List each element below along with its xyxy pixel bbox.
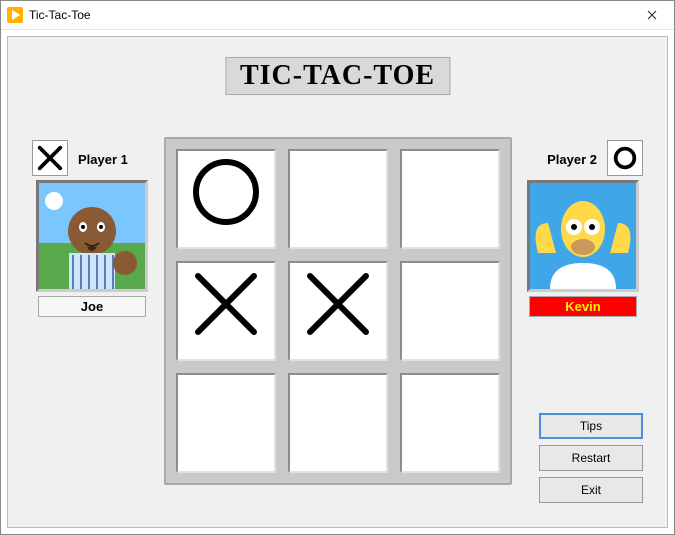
x-mark-icon: [298, 264, 378, 359]
board-cell-1[interactable]: [288, 149, 388, 249]
close-icon: [647, 7, 657, 23]
player1-avatar: [36, 180, 148, 292]
player2-label: Player 2: [547, 152, 597, 167]
client-area: TIC-TAC-TOE Player 1: [7, 36, 668, 528]
game-board: [164, 137, 512, 485]
board-cell-5[interactable]: [400, 261, 500, 361]
tips-button[interactable]: Tips: [539, 413, 643, 439]
board-cell-4[interactable]: [288, 261, 388, 361]
board-cell-0[interactable]: [176, 149, 276, 249]
titlebar: Tic-Tac-Toe: [1, 1, 674, 30]
board-cell-2[interactable]: [400, 149, 500, 249]
o-mark-icon: [186, 152, 266, 247]
player1-symbol: [32, 140, 68, 176]
x-mark-icon: [186, 264, 266, 359]
player2-name: Kevin: [529, 296, 637, 317]
play-icon: [7, 7, 23, 23]
app-window: Tic-Tac-Toe TIC-TAC-TOE Player 1: [0, 0, 675, 535]
window-title: Tic-Tac-Toe: [29, 8, 630, 22]
player1-label: Player 1: [78, 152, 128, 167]
player2-panel: Player 2 Kevin: [523, 142, 643, 317]
exit-button[interactable]: Exit: [539, 477, 643, 503]
board-cell-3[interactable]: [176, 261, 276, 361]
restart-button[interactable]: Restart: [539, 445, 643, 471]
player1-panel: Player 1 Joe: [32, 142, 152, 317]
player2-avatar: [527, 180, 639, 292]
page-title: TIC-TAC-TOE: [225, 57, 450, 95]
board-cell-6[interactable]: [176, 373, 276, 473]
player2-symbol: [607, 140, 643, 176]
player1-name: Joe: [38, 296, 146, 317]
window-close-button[interactable]: [630, 1, 674, 29]
board-cell-7[interactable]: [288, 373, 388, 473]
button-column: Tips Restart Exit: [539, 413, 643, 503]
board-cell-8[interactable]: [400, 373, 500, 473]
